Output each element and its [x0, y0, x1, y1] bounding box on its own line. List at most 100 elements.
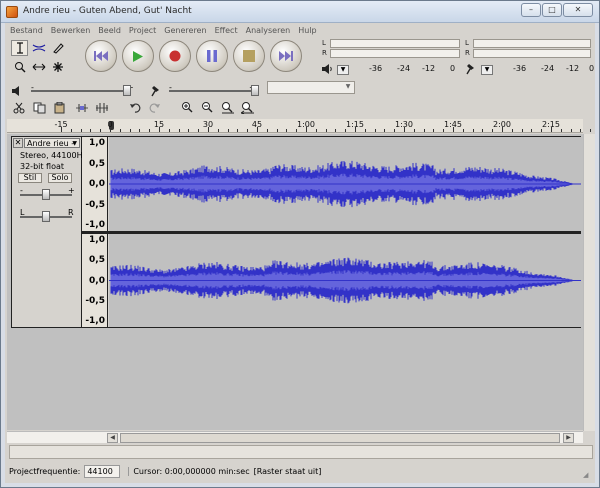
- waveform-right-channel[interactable]: [109, 234, 581, 327]
- output-volume-icon: [12, 86, 19, 96]
- paste-icon[interactable]: [53, 102, 66, 114]
- multi-tool-button[interactable]: [49, 59, 66, 75]
- play-meter-menu-button[interactable]: ▼: [337, 65, 349, 75]
- rec-meter-left[interactable]: [473, 39, 591, 48]
- track-panel[interactable]: ✕ Andre rieu - ▼ Stereo, 44100Hz 32-bit …: [7, 134, 583, 430]
- record-button[interactable]: [159, 40, 191, 72]
- ruler-tick: [227, 129, 229, 132]
- envelope-tool-button[interactable]: [30, 40, 47, 56]
- fit-project-icon[interactable]: [241, 101, 255, 114]
- ruler-tick: [159, 127, 160, 132]
- menu-effect[interactable]: Effect: [215, 26, 238, 35]
- play-button[interactable]: [122, 40, 154, 72]
- menu-bestand[interactable]: Bestand: [10, 26, 43, 35]
- copy-icon[interactable]: [33, 102, 46, 114]
- scroll-right-button[interactable]: ▶: [563, 433, 574, 443]
- ruler-tick: [355, 127, 356, 132]
- stop-button[interactable]: [233, 40, 265, 72]
- scroll-left-button[interactable]: ◀: [107, 433, 118, 443]
- audacity-app-icon[interactable]: [6, 6, 18, 18]
- ruler-tick: [521, 129, 523, 132]
- silence-icon[interactable]: [95, 102, 109, 114]
- menu-analyseren[interactable]: Analyseren: [246, 26, 291, 35]
- rec-meter-menu-button[interactable]: ▼: [481, 65, 493, 75]
- maximize-button[interactable]: □: [542, 3, 562, 17]
- solo-button[interactable]: Solo: [48, 173, 72, 183]
- zoom-out-icon[interactable]: [201, 101, 213, 114]
- timeshift-tool-button[interactable]: [30, 59, 47, 75]
- vertical-ruler-left-channel[interactable]: 1,0 0,5 0,0 -0,5 -1,0: [82, 137, 108, 231]
- resize-grip-icon[interactable]: ◢: [583, 471, 593, 481]
- track-name: Andre rieu -: [27, 139, 75, 148]
- track-close-button[interactable]: ✕: [13, 138, 23, 148]
- selection-tool-button[interactable]: [11, 40, 28, 56]
- redo-icon[interactable]: [149, 102, 161, 114]
- status-bar: Projectfrequentie: 44100 Cursor: 0:00,00…: [5, 445, 595, 483]
- ruler-tick: [257, 127, 258, 132]
- zoom-tool-button[interactable]: [11, 59, 28, 75]
- minimize-button[interactable]: –: [521, 3, 541, 17]
- ruler-tick: [129, 129, 131, 132]
- menu-project[interactable]: Project: [129, 26, 156, 35]
- meter-toolbar: L R L R ▼ -36 -24 -12 0 ▼ -36 -24 -12 0: [319, 38, 595, 83]
- fit-selection-icon[interactable]: [221, 101, 235, 114]
- audio-track[interactable]: ✕ Andre rieu - ▼ Stereo, 44100Hz 32-bit …: [11, 136, 581, 328]
- undo-icon[interactable]: [129, 102, 141, 114]
- skip-to-end-button[interactable]: [270, 40, 302, 72]
- timeline-ruler[interactable]: -15 0 15 30 45 1:00 1:15 1:30 1:45 2:00 2:15: [7, 119, 592, 133]
- draw-tool-button[interactable]: [49, 40, 66, 56]
- chevron-down-icon: ▼: [72, 140, 77, 147]
- ruler-tick: [110, 127, 111, 132]
- ruler-tick: [364, 129, 366, 132]
- vertical-ruler-right-channel[interactable]: 1,0 0,5 0,0 -0,5 -1,0: [82, 234, 108, 327]
- skip-end-icon: [279, 51, 293, 61]
- input-volume-slider[interactable]: [251, 85, 259, 96]
- double-arrow-icon: [32, 63, 45, 71]
- pan-slider[interactable]: [42, 211, 50, 222]
- play-meter-l-label: L: [322, 39, 326, 47]
- vertical-scrollbar[interactable]: [583, 134, 595, 431]
- rec-meter-right[interactable]: [473, 49, 591, 58]
- skip-to-start-button[interactable]: [85, 40, 117, 72]
- input-source-select[interactable]: ▼: [267, 81, 355, 94]
- ruler-tick: [580, 129, 582, 132]
- cut-icon[interactable]: [13, 102, 25, 114]
- play-meter-right[interactable]: [330, 49, 460, 58]
- ruler-tick: [315, 129, 317, 132]
- ruler-tick: [345, 129, 347, 132]
- title-bar[interactable]: Andre rieu - Guten Abend, Gut' Nacht – □…: [1, 1, 599, 23]
- trim-icon[interactable]: [75, 102, 89, 114]
- cursor-position: Cursor: 0:00,000000 min:sec: [128, 467, 250, 476]
- rec-meter-r-label: R: [465, 49, 470, 57]
- play-meter-left[interactable]: [330, 39, 460, 48]
- mute-button[interactable]: Stil: [18, 173, 42, 183]
- amplitude-label: -0,5: [85, 199, 105, 210]
- gain-slider[interactable]: [42, 189, 50, 200]
- ruler-tick: [462, 129, 464, 132]
- close-button[interactable]: ✕: [563, 3, 593, 17]
- input-volume-track[interactable]: [169, 90, 255, 92]
- track-control-panel: ✕ Andre rieu - ▼ Stereo, 44100Hz 32-bit …: [12, 137, 87, 327]
- menu-bar: Bestand Bewerken Beeld Project Genereren…: [5, 23, 595, 37]
- ruler-tick: [404, 127, 405, 132]
- play-scale-36: -36: [369, 64, 383, 73]
- track-name-menu[interactable]: Andre rieu - ▼: [24, 138, 80, 148]
- ruler-tick: [247, 129, 249, 132]
- ruler-tick: [296, 129, 298, 132]
- zoom-in-icon[interactable]: [181, 101, 193, 114]
- ruler-tick: [335, 129, 337, 132]
- output-volume-track[interactable]: [31, 90, 131, 92]
- project-rate-combo[interactable]: 44100: [84, 465, 121, 478]
- menu-genereren[interactable]: Genereren: [164, 26, 206, 35]
- horizontal-scrollbar[interactable]: ◀ ▶: [7, 431, 583, 443]
- ruler-tick: [551, 127, 552, 132]
- menu-bewerken[interactable]: Bewerken: [51, 26, 91, 35]
- menu-beeld[interactable]: Beeld: [98, 26, 121, 35]
- pause-button[interactable]: [196, 40, 228, 72]
- ruler-tick: [511, 129, 513, 132]
- ruler-tick: [139, 129, 141, 132]
- menu-hulp[interactable]: Hulp: [298, 26, 316, 35]
- output-volume-slider[interactable]: [123, 85, 131, 96]
- waveform-left-channel[interactable]: [109, 137, 581, 231]
- horizontal-scroll-thumb[interactable]: [120, 433, 560, 443]
